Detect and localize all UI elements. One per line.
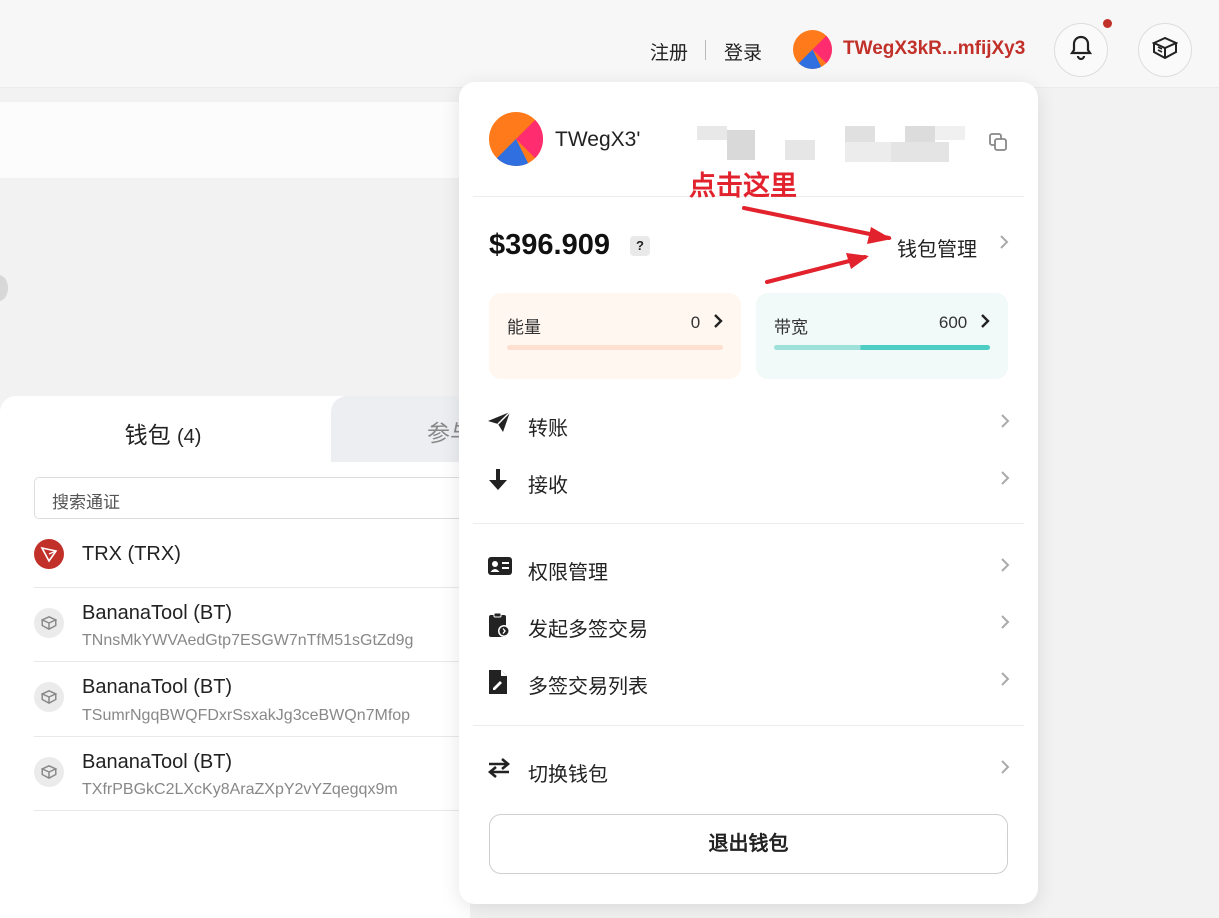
redacted-block	[785, 140, 815, 160]
notification-dot	[1103, 19, 1112, 28]
menu-item-multisig-start[interactable]: 发起多签交易	[487, 606, 1010, 646]
token-box-icon	[34, 757, 64, 787]
token-row[interactable]: BananaTool (BT) TSumrNgqBWQFDxrSsxakJg3c…	[34, 662, 470, 737]
token-row[interactable]: BananaTool (BT) TNnsMkYWVAedGtp7ESGW7nTf…	[34, 588, 470, 662]
clipboard-icon	[487, 612, 513, 638]
tab-wallet-label: 钱包	[124, 422, 171, 448]
redacted-block	[845, 126, 965, 164]
token-name: BananaTool (BT)	[82, 751, 233, 773]
energy-label: 能量	[507, 318, 541, 337]
tab-participate[interactable]: 参与	[331, 396, 471, 462]
chevron-right-icon	[1000, 413, 1010, 434]
login-link[interactable]: 登录	[724, 38, 762, 65]
balance-help-icon[interactable]: ?	[630, 236, 650, 256]
send-icon	[487, 411, 513, 437]
download-arrow-icon	[487, 468, 513, 494]
token-address: TXfrPBGkC2LXcKy8AraZXpY2vYZqegqx9m	[82, 781, 398, 798]
energy-bar	[507, 345, 723, 350]
chevron-right-icon	[1000, 671, 1010, 692]
wallet-app-button[interactable]	[1138, 23, 1192, 77]
menu-item-receive[interactable]: 接收	[487, 462, 1010, 502]
total-balance: $396.909	[489, 229, 610, 261]
copy-icon[interactable]	[989, 133, 1007, 156]
wallet-management-link[interactable]: 钱包管理	[897, 231, 1009, 261]
chevron-right-icon	[1000, 759, 1010, 780]
chevron-right-icon	[1000, 614, 1010, 635]
token-name: BananaTool (BT)	[82, 676, 233, 698]
menu-item-label: 转账	[528, 418, 568, 440]
token-address: TSumrNgqBWQFDxrSsxakJg3ceBWQn7Mfop	[82, 707, 411, 724]
account-dropdown: TWegX3' 点击这里 $396.909 ? 钱包管理 能量 0 带宽 600…	[459, 82, 1038, 904]
bandwidth-label: 带宽	[774, 318, 808, 337]
document-edit-icon	[487, 669, 513, 695]
bandwidth-bar	[774, 345, 990, 350]
energy-card[interactable]: 能量 0	[489, 293, 741, 379]
header-divider	[705, 40, 706, 60]
chevron-right-icon	[1000, 470, 1010, 491]
menu-item-multisig-list[interactable]: 多签交易列表	[487, 663, 1010, 703]
chevron-right-icon	[1000, 557, 1010, 578]
menu-item-permissions[interactable]: 权限管理	[487, 549, 1010, 589]
token-address: TNnsMkYWVAedGtp7ESGW7nTfM51sGtZd9g	[82, 632, 414, 649]
account-name: TWegX3'	[555, 128, 641, 151]
register-link[interactable]: 注册	[650, 38, 688, 65]
notification-button[interactable]	[1054, 23, 1108, 77]
redacted-address	[697, 126, 757, 160]
chevron-right-icon	[714, 314, 723, 328]
bell-icon	[1069, 35, 1093, 66]
menu-item-label: 切换钱包	[528, 764, 608, 786]
box-icon	[1151, 36, 1179, 64]
token-search-input[interactable]: 搜索通证	[34, 477, 470, 519]
account-avatar[interactable]	[793, 30, 832, 69]
bandwidth-value: 600	[939, 313, 990, 333]
divider	[473, 725, 1024, 726]
token-name: TRX (TRX)	[82, 543, 181, 565]
menu-item-label: 发起多签交易	[528, 619, 648, 641]
token-box-icon	[34, 608, 64, 638]
tab-wallet-count: (4)	[176, 426, 202, 448]
menu-item-transfer[interactable]: 转账	[487, 405, 1010, 445]
hero-banner	[0, 102, 470, 178]
bandwidth-card[interactable]: 带宽 600	[756, 293, 1008, 379]
trx-icon	[34, 539, 64, 569]
energy-value: 0	[691, 313, 723, 333]
logout-button[interactable]: 退出钱包	[489, 814, 1008, 874]
token-box-icon	[34, 682, 64, 712]
account-avatar-large	[489, 112, 543, 166]
token-row[interactable]: BananaTool (BT) TXfrPBGkC2LXcKy8AraZXpY2…	[34, 737, 470, 811]
swap-arrows-icon	[487, 757, 513, 783]
chevron-right-icon	[999, 234, 1009, 255]
menu-item-label: 多签交易列表	[528, 676, 648, 698]
annotation-arrows	[742, 206, 892, 284]
divider	[473, 523, 1024, 524]
top-header: 注册 登录 TWegX3kR...mfijXy3	[0, 0, 1219, 88]
id-card-icon	[487, 555, 513, 581]
search-placeholder: 搜索通证	[52, 493, 120, 512]
account-address[interactable]: TWegX3kR...mfijXy3	[843, 38, 1025, 60]
menu-item-label: 权限管理	[528, 562, 608, 584]
annotation-label: 点击这里	[689, 171, 797, 201]
token-name: BananaTool (BT)	[82, 602, 233, 624]
wallet-management-label: 钱包管理	[897, 239, 977, 261]
menu-item-label: 接收	[528, 475, 568, 497]
tab-wallet[interactable]: 钱包 (4)	[4, 396, 322, 466]
carousel-control[interactable]	[0, 275, 8, 301]
chevron-right-icon	[981, 314, 990, 328]
menu-item-switch-wallet[interactable]: 切换钱包	[487, 751, 1010, 791]
token-row[interactable]: TRX (TRX)	[34, 530, 470, 588]
